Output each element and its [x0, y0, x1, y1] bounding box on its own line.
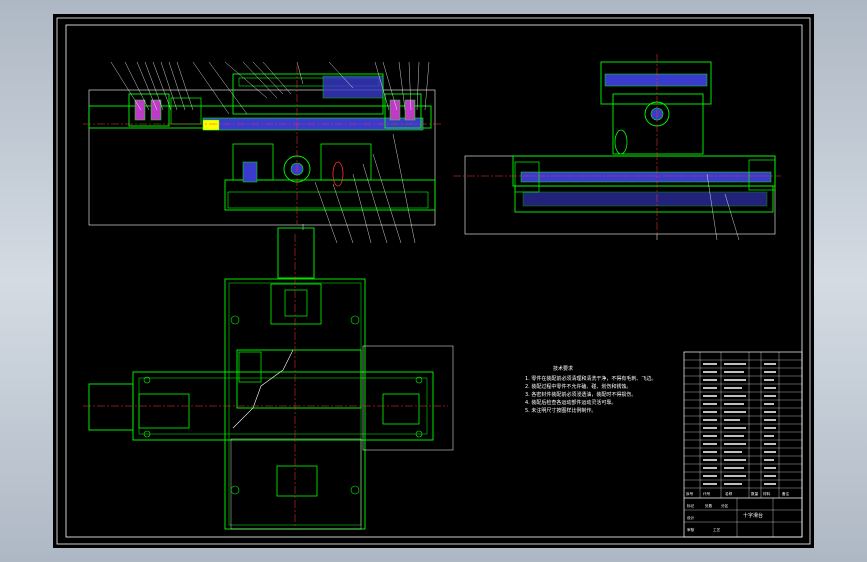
front-section-view[interactable]	[83, 61, 441, 244]
plan-x-extent-boundary	[362, 345, 454, 451]
header-label-material: 材料	[763, 491, 771, 496]
header-label-qty: 数量	[751, 491, 759, 496]
plan-x-motor-mount	[138, 393, 190, 429]
side-base-section	[522, 191, 768, 207]
notes-title: 技术要求	[553, 365, 573, 372]
title-block[interactable]: 序号 代号 名称 数量 材料 备注 标记 处数 分区 设计 审核 工艺 十字滑台	[683, 351, 803, 538]
notes-line-5: 5. 未注明尺寸按图样比例制作。	[525, 407, 596, 414]
front-bearing-right-b	[404, 99, 416, 121]
side-handle-loop	[614, 129, 628, 155]
front-base-plate	[224, 179, 436, 211]
front-bearing-left-b	[150, 99, 162, 121]
front-leader-lines-bottom	[314, 133, 416, 244]
drawing-title: 十字滑台	[743, 512, 763, 519]
footer-label-review: 审核	[687, 527, 695, 532]
outer-frame	[56, 17, 811, 545]
plan-mounting-holes	[143, 315, 423, 495]
plan-y-lower-extent	[230, 438, 362, 530]
technical-requirements[interactable]: 技术要求 1. 零件在装配前必须清理和清洗干净，不得有毛刺、飞边。 2. 装配过…	[525, 365, 656, 414]
header-label-code: 代号	[703, 491, 711, 496]
header-label-remarks: 备注	[782, 491, 790, 496]
header-label-name: 名称	[725, 491, 733, 496]
footer-label-process: 工艺	[713, 527, 721, 532]
side-leader-lines	[706, 173, 740, 241]
drawing-canvas: 技术要求 1. 零件在装配前必须清理和清洗干净，不得有毛刺、飞边。 2. 装配过…	[56, 17, 811, 545]
front-carriage-section	[322, 75, 384, 99]
front-lower-housing-right	[320, 143, 372, 181]
plan-x-end-block	[382, 393, 420, 425]
plan-break-line	[232, 349, 294, 429]
cad-viewer-background: 技术要求 1. 零件在装配前必须清理和清洗干净，不得有毛刺、飞边。 2. 装配过…	[0, 0, 867, 562]
side-carriage-section	[604, 73, 708, 87]
notes-line-3: 3. 各密封件装配前必须浸透油，装配时不得损伤。	[525, 391, 636, 398]
front-handle-loop	[332, 161, 344, 187]
footer-label-mark: 标记	[687, 503, 695, 508]
side-lead-screw-section	[520, 171, 772, 183]
front-base-inner	[227, 191, 429, 209]
top-plan-view[interactable]	[83, 227, 454, 530]
front-nut-left	[202, 119, 220, 131]
front-shaft-section	[242, 161, 258, 183]
notes-line-2: 2. 装配过程中零件不允许磕、碰、划伤和锈蚀。	[525, 383, 631, 390]
footer-label-count: 处数	[705, 503, 713, 508]
plan-center-carriage	[236, 349, 362, 409]
footer-label-zone: 分区	[721, 503, 729, 508]
footer-label-design: 设计	[687, 515, 695, 520]
plan-x-motor	[88, 383, 134, 431]
plan-carriage-nut	[238, 351, 262, 383]
plan-y-coupling	[284, 289, 308, 317]
drawing-sheet[interactable]: 技术要求 1. 零件在装配前必须清理和清洗干净，不得有毛刺、飞边。 2. 装配过…	[53, 14, 814, 548]
header-label-index: 序号	[686, 491, 694, 496]
plan-y-motor	[277, 227, 315, 279]
inner-frame	[65, 24, 803, 538]
plan-y-end-block	[276, 465, 318, 497]
notes-line-1: 1. 零件在装配前必须清理和清洗干净，不得有毛刺、飞边。	[525, 375, 656, 382]
notes-line-4: 4. 装配后检查各运动部件运动灵活可靠。	[525, 399, 616, 406]
front-coupling-left	[170, 97, 202, 125]
side-section-view[interactable]	[453, 54, 781, 241]
